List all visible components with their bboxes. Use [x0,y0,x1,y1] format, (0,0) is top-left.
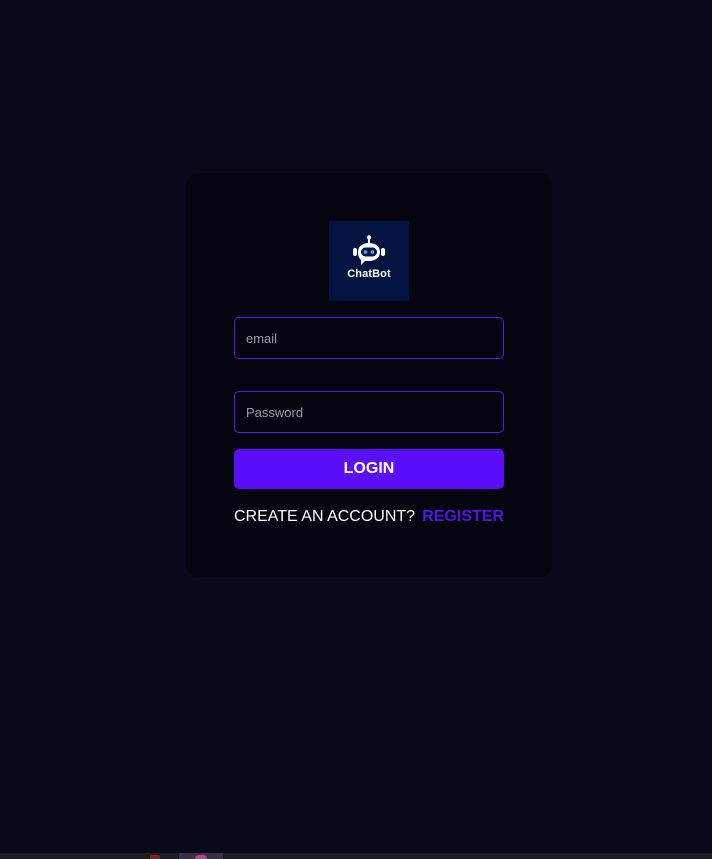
password-field[interactable] [234,391,504,433]
email-field[interactable] [234,317,504,359]
robot-chat-icon [353,235,385,265]
create-account-text: CREATE AN ACCOUNT? [234,508,416,525]
taskbar-app-icon[interactable] [150,855,160,859]
chatbot-logo: ChatBot [329,221,409,301]
taskbar [0,853,712,859]
taskbar-active-app-icon[interactable] [179,853,223,859]
register-prompt: CREATE AN ACCOUNT? REGISTER [234,508,504,526]
register-link[interactable]: REGISTER [422,508,504,526]
login-button[interactable]: LOGIN [234,449,504,489]
logo-text: ChatBot [347,268,391,280]
login-card: ChatBot LOGIN CREATE AN ACCOUNT? REGISTE… [186,173,552,577]
